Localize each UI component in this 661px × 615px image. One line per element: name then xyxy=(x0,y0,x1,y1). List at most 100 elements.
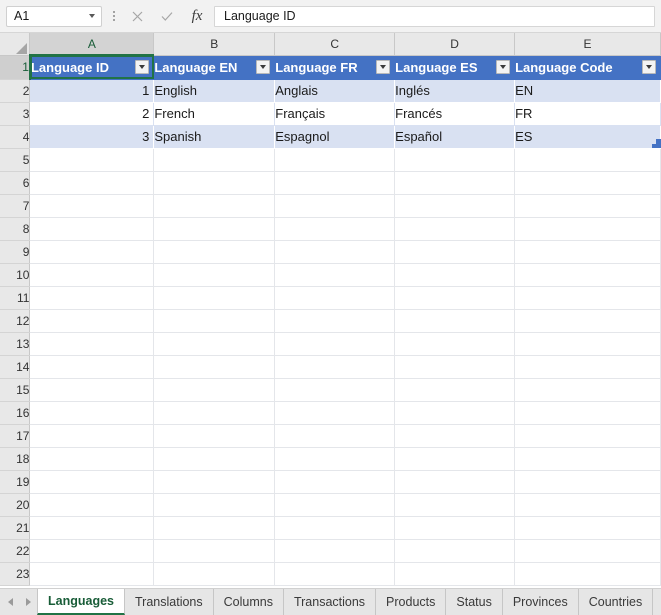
cell-C16[interactable] xyxy=(274,401,396,425)
cell-B5[interactable] xyxy=(153,148,276,172)
cell-D16[interactable] xyxy=(394,401,516,425)
cell-C11[interactable] xyxy=(274,286,396,310)
cell-C3[interactable]: Français xyxy=(274,102,396,126)
cell-D4[interactable]: Español xyxy=(394,125,516,149)
cell-D18[interactable] xyxy=(394,447,516,471)
cell-E16[interactable] xyxy=(514,401,661,425)
cell-C2[interactable]: Anglais xyxy=(274,79,396,103)
cell-E11[interactable] xyxy=(514,286,661,310)
cell-B3[interactable]: French xyxy=(153,102,276,126)
cell-D12[interactable] xyxy=(394,309,516,333)
cell-E9[interactable] xyxy=(514,240,661,264)
sheet-tab-languages[interactable]: Languages xyxy=(37,589,125,615)
cell-C23[interactable] xyxy=(274,562,396,586)
chevron-down-icon[interactable] xyxy=(89,14,95,18)
cell-E14[interactable] xyxy=(514,355,661,379)
cell-D22[interactable] xyxy=(394,539,516,563)
formula-input[interactable]: Language ID xyxy=(214,5,655,27)
row-header-5[interactable]: 5 xyxy=(0,148,31,172)
row-header-18[interactable]: 18 xyxy=(0,447,31,471)
cell-A20[interactable] xyxy=(29,493,155,517)
row-header-11[interactable]: 11 xyxy=(0,286,31,310)
cell-C12[interactable] xyxy=(274,309,396,333)
column-header-c[interactable]: C xyxy=(274,33,396,56)
row-header-7[interactable]: 7 xyxy=(0,194,31,218)
sheet-tab-translations[interactable]: Translations xyxy=(125,589,214,615)
cell-B12[interactable] xyxy=(153,309,276,333)
cell-A16[interactable] xyxy=(29,401,155,425)
cell-B2[interactable]: English xyxy=(153,79,276,103)
row-header-6[interactable]: 6 xyxy=(0,171,31,195)
table-header-cell-D1[interactable]: Language ES xyxy=(394,55,516,80)
cell-D10[interactable] xyxy=(394,263,516,287)
cell-A18[interactable] xyxy=(29,447,155,471)
cell-C20[interactable] xyxy=(274,493,396,517)
cell-A3[interactable]: 2 xyxy=(29,102,155,126)
cell-B15[interactable] xyxy=(153,378,276,402)
cell-E21[interactable] xyxy=(514,516,661,540)
cell-A2[interactable]: 1 xyxy=(29,79,155,103)
row-header-13[interactable]: 13 xyxy=(0,332,31,356)
cell-B17[interactable] xyxy=(153,424,276,448)
row-header-8[interactable]: 8 xyxy=(0,217,31,241)
cell-B21[interactable] xyxy=(153,516,276,540)
cell-B7[interactable] xyxy=(153,194,276,218)
cell-D19[interactable] xyxy=(394,470,516,494)
cell-E18[interactable] xyxy=(514,447,661,471)
cell-D15[interactable] xyxy=(394,378,516,402)
cell-D7[interactable] xyxy=(394,194,516,218)
row-header-4[interactable]: 4 xyxy=(0,125,31,149)
cell-D21[interactable] xyxy=(394,516,516,540)
cell-B6[interactable] xyxy=(153,171,276,195)
cell-D9[interactable] xyxy=(394,240,516,264)
column-header-e[interactable]: E xyxy=(514,33,661,56)
cell-C18[interactable] xyxy=(274,447,396,471)
cell-C10[interactable] xyxy=(274,263,396,287)
cell-B23[interactable] xyxy=(153,562,276,586)
cell-E8[interactable] xyxy=(514,217,661,241)
cell-A6[interactable] xyxy=(29,171,155,195)
cell-C17[interactable] xyxy=(274,424,396,448)
row-header-21[interactable]: 21 xyxy=(0,516,31,540)
cell-C22[interactable] xyxy=(274,539,396,563)
cell-D23[interactable] xyxy=(394,562,516,586)
cell-A4[interactable]: 3 xyxy=(29,125,155,149)
cell-A9[interactable] xyxy=(29,240,155,264)
cell-D5[interactable] xyxy=(394,148,516,172)
cell-D3[interactable]: Francés xyxy=(394,102,516,126)
table-header-cell-A1[interactable]: Language ID xyxy=(29,55,155,80)
cell-C15[interactable] xyxy=(274,378,396,402)
fx-icon[interactable]: fx xyxy=(182,4,212,28)
cell-E19[interactable] xyxy=(514,470,661,494)
cell-A13[interactable] xyxy=(29,332,155,356)
sheet-tab-columns[interactable]: Columns xyxy=(213,589,284,615)
sheet-tab-transactions[interactable]: Transactions xyxy=(283,589,377,615)
arrow-right-icon[interactable] xyxy=(26,598,31,606)
arrow-left-icon[interactable] xyxy=(8,598,13,606)
cell-B10[interactable] xyxy=(153,263,276,287)
cell-C4[interactable]: Espagnol xyxy=(274,125,396,149)
cell-A8[interactable] xyxy=(29,217,155,241)
cell-E20[interactable] xyxy=(514,493,661,517)
cell-E23[interactable] xyxy=(514,562,661,586)
cell-C5[interactable] xyxy=(274,148,396,172)
cell-A19[interactable] xyxy=(29,470,155,494)
cell-E22[interactable] xyxy=(514,539,661,563)
cell-D6[interactable] xyxy=(394,171,516,195)
cell-D13[interactable] xyxy=(394,332,516,356)
row-header-10[interactable]: 10 xyxy=(0,263,31,287)
column-header-d[interactable]: D xyxy=(394,33,516,56)
cell-A5[interactable] xyxy=(29,148,155,172)
cell-D11[interactable] xyxy=(394,286,516,310)
cell-A14[interactable] xyxy=(29,355,155,379)
cell-E2[interactable]: EN xyxy=(514,79,661,103)
cell-A15[interactable] xyxy=(29,378,155,402)
cell-E4[interactable]: ES xyxy=(514,125,661,149)
row-header-22[interactable]: 22 xyxy=(0,539,31,563)
cell-C6[interactable] xyxy=(274,171,396,195)
cell-E13[interactable] xyxy=(514,332,661,356)
spreadsheet-grid[interactable]: A B C D E 1 Language ID Language EN Languag… xyxy=(0,33,661,588)
sheet-tab-provinces[interactable]: Provinces xyxy=(502,589,579,615)
cell-B20[interactable] xyxy=(153,493,276,517)
row-header-16[interactable]: 16 xyxy=(0,401,31,425)
